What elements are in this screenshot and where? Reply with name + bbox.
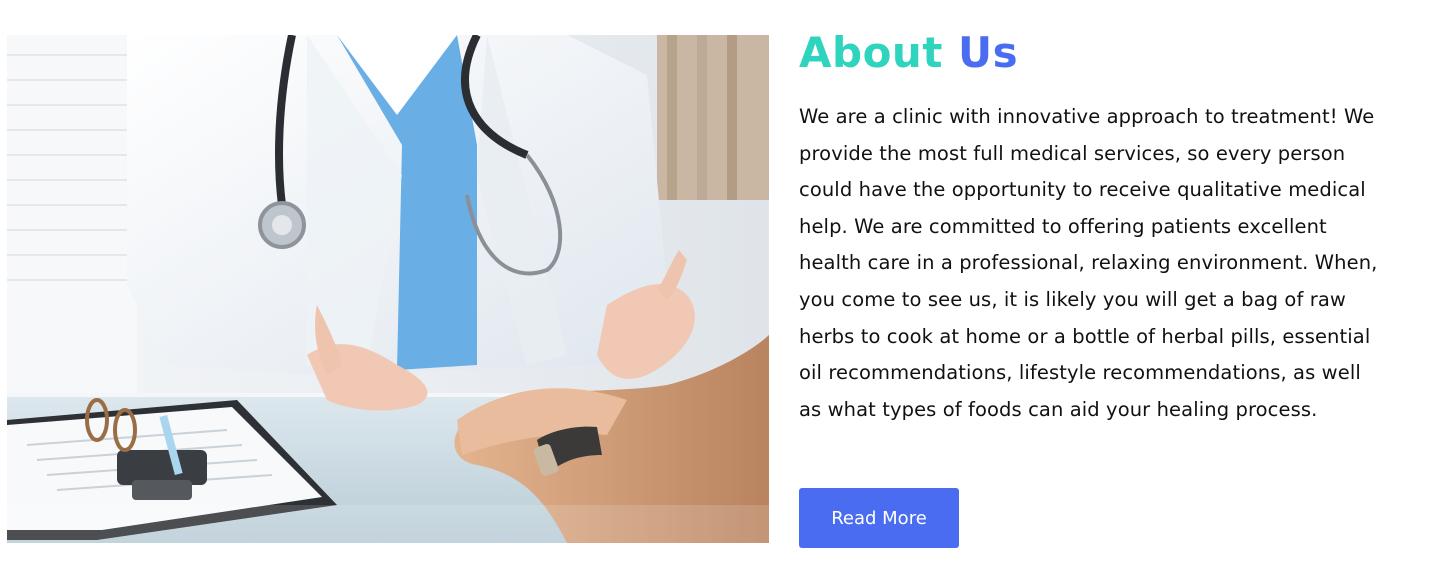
about-title-word-1: About bbox=[799, 28, 943, 77]
about-description: We are a clinic with innovative approach… bbox=[799, 105, 1378, 421]
about-section: About Us We are a clinic with innovative… bbox=[799, 22, 1419, 428]
doctor-consultation-illustration bbox=[7, 35, 769, 543]
doctor-consultation-image bbox=[7, 35, 769, 543]
read-more-button[interactable]: Read More bbox=[799, 488, 959, 548]
about-title: About Us bbox=[799, 22, 1419, 84]
about-title-word-2: Us bbox=[958, 28, 1019, 77]
